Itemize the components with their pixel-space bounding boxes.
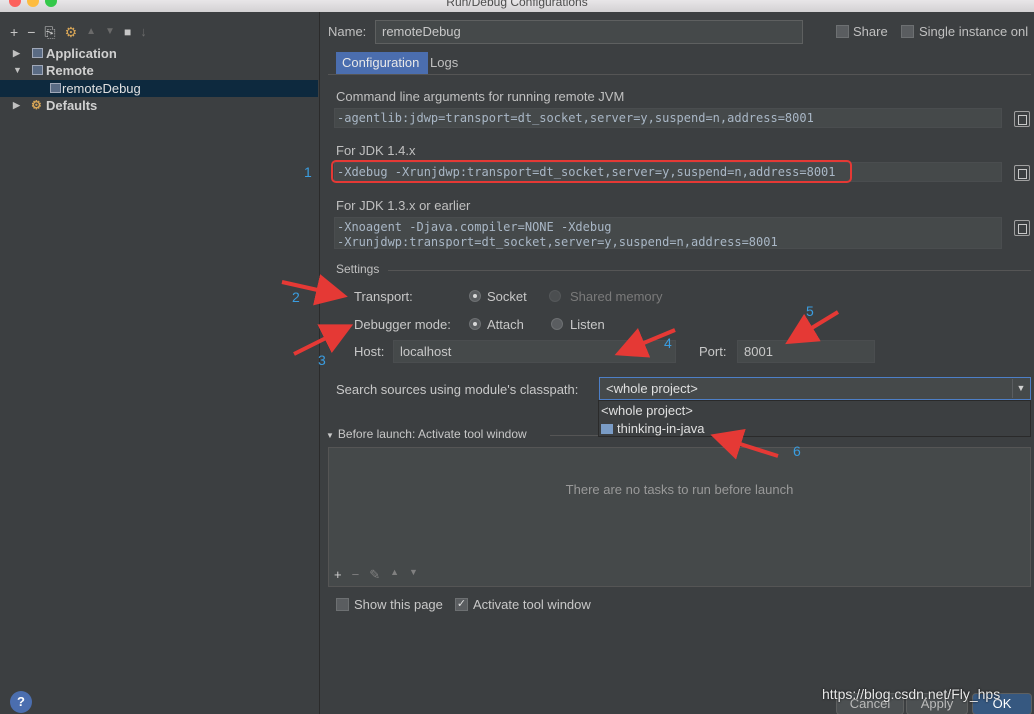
annotation-number: 1 (304, 164, 312, 180)
arrow-debugger-mode (293, 324, 354, 356)
highlight-box (331, 160, 852, 183)
annotation-number: 5 (806, 303, 814, 319)
annotation-number: 6 (793, 443, 801, 459)
annotation-number: 4 (664, 335, 672, 351)
annotation-overlay (281, 160, 852, 460)
annotation-number: 3 (318, 352, 326, 368)
arrow-transport (281, 274, 348, 306)
arrow-port (785, 310, 840, 345)
arrow-module (710, 428, 779, 460)
annotation-number: 2 (292, 289, 300, 305)
